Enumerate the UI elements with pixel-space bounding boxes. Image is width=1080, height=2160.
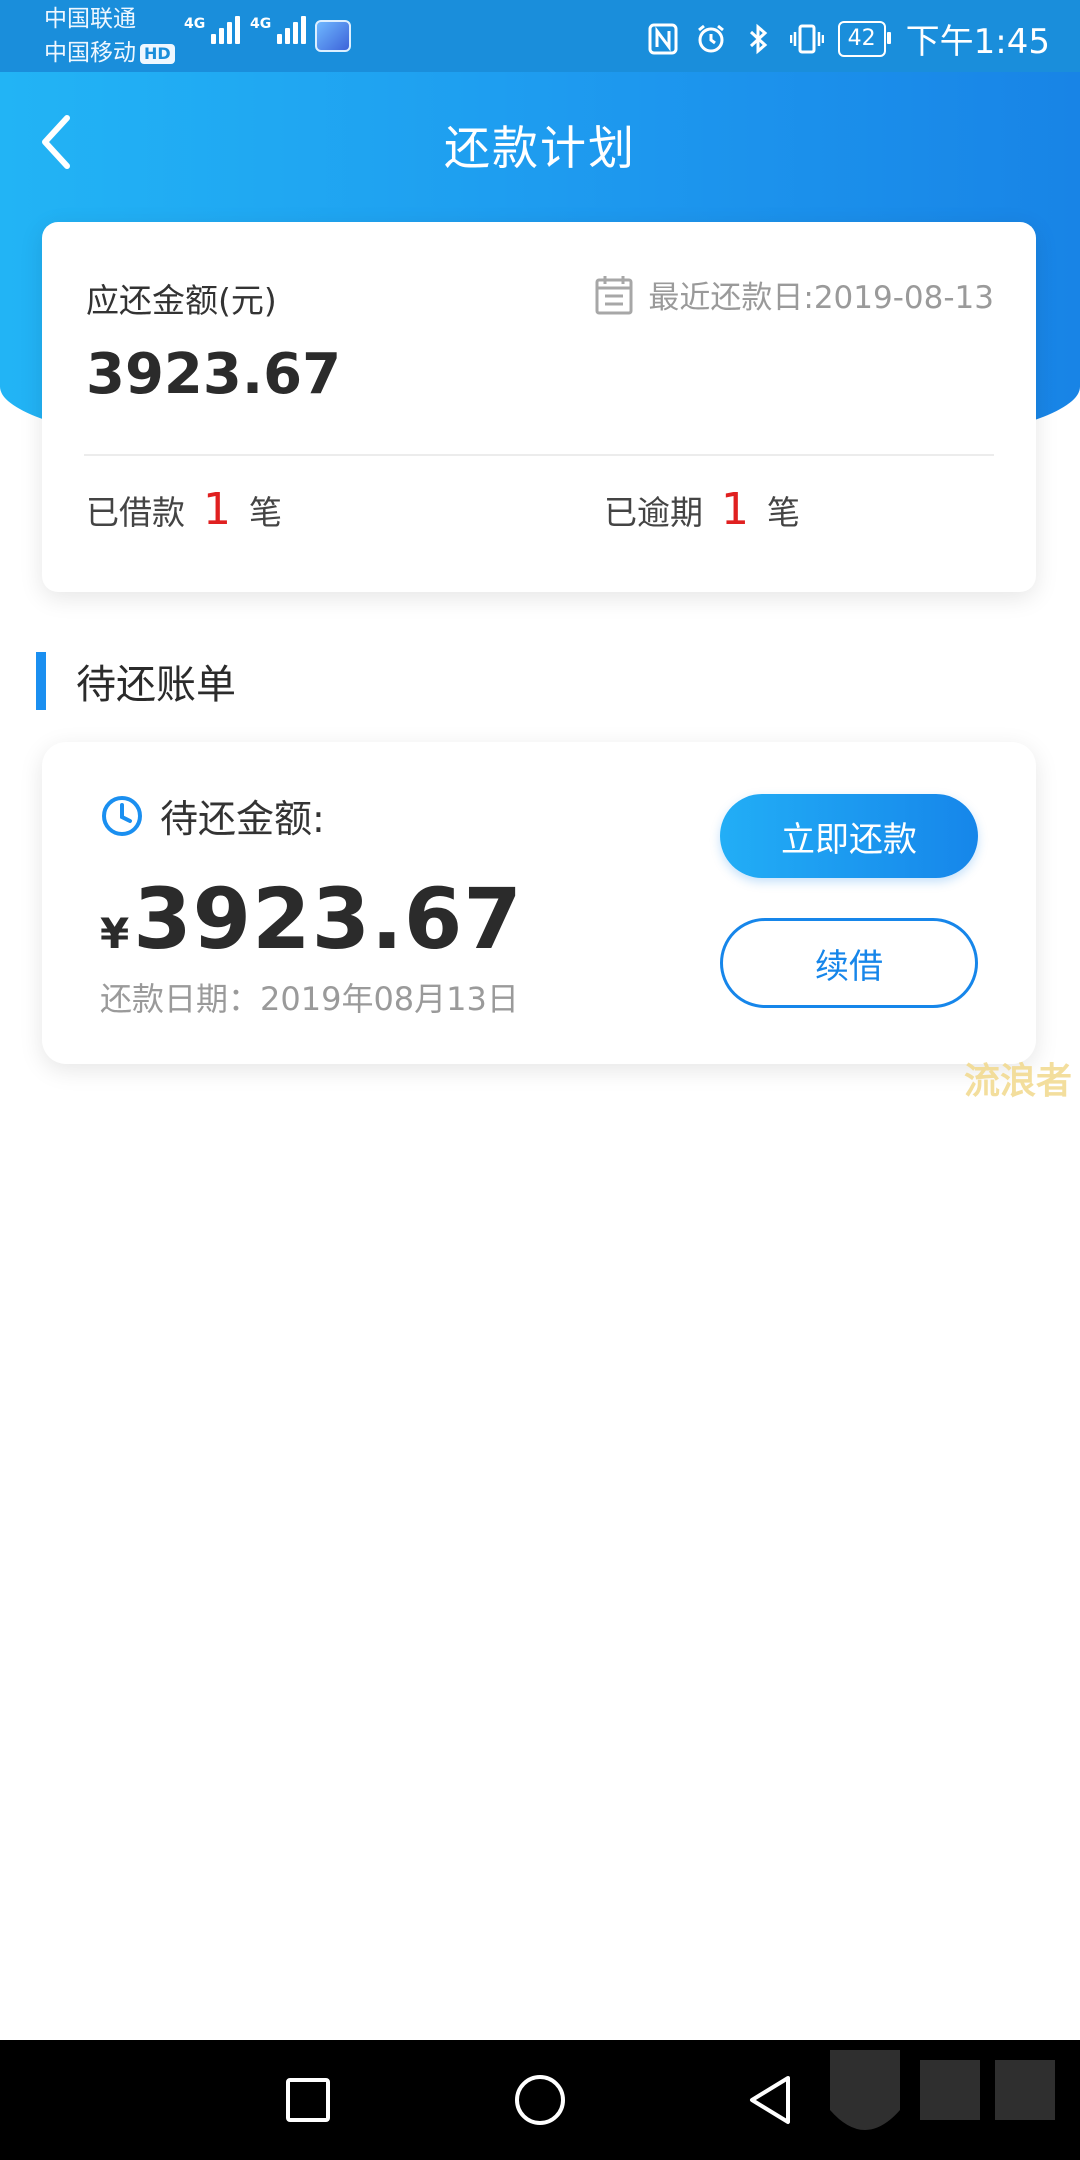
alarm-icon — [694, 22, 728, 56]
section-title: 待还账单 — [76, 662, 236, 708]
app-screen: 中国联通 中国移动 HD 4G 4G 42 下午1:45 还款计划 应还金额(元… — [0, 0, 1080, 2160]
hd-badge: HD — [140, 43, 175, 64]
section-header: 待还账单 — [36, 652, 236, 710]
pending-amount-label: 待还金额: — [160, 797, 325, 841]
triangle-back-icon — [750, 2076, 790, 2124]
renew-loan-button[interactable]: 续借 — [720, 918, 978, 1008]
summary-card: 应还金额(元) 最近还款日:2019-08-13 3923.67 已借款 1 笔… — [42, 222, 1036, 592]
calendar-icon — [594, 274, 634, 316]
pay-now-button[interactable]: 立即还款 — [720, 794, 978, 878]
home-button[interactable] — [500, 2060, 580, 2140]
signal-bar — [301, 16, 307, 44]
currency-symbol: ¥ — [100, 909, 130, 958]
carrier-1: 中国联通 — [44, 6, 136, 32]
clock-icon — [100, 794, 144, 838]
carrier-2: 中国移动 — [44, 40, 136, 66]
page-title: 还款计划 — [444, 121, 636, 175]
overdue-label: 已逾期 — [604, 493, 703, 532]
signal-strength-2: 4G — [250, 16, 307, 44]
repayment-date: 还款日期：2019年08月13日 — [100, 980, 519, 1018]
signal-bar — [285, 28, 291, 44]
section-accent-bar — [36, 652, 46, 710]
pending-amount-value: 3923.67 — [133, 870, 523, 968]
amount-due-value: 3923.67 — [86, 342, 342, 407]
amount-due-label: 应还金额(元) — [86, 281, 277, 320]
borrowed-label: 已借款 — [86, 493, 185, 532]
app-notification-icon — [315, 20, 351, 52]
status-bar: 中国联通 中国移动 HD 4G 4G 42 下午1:45 — [0, 0, 1080, 72]
square-icon — [286, 2078, 330, 2122]
nfc-icon — [646, 22, 680, 56]
pending-amount: ¥ 3923.67 — [100, 870, 523, 968]
recent-due-date: 最近还款日:2019-08-13 — [594, 272, 994, 317]
watermark-text: 流浪者 — [963, 1061, 1072, 1102]
system-back-button[interactable] — [730, 2060, 810, 2140]
overdue-count-stat: 已逾期 1 笔 — [604, 484, 800, 535]
signal-bar — [219, 28, 225, 44]
signal-bar — [235, 16, 241, 44]
circle-icon — [515, 2075, 565, 2125]
signal-bar — [211, 34, 217, 44]
overdue-count: 1 — [721, 484, 749, 535]
borrowed-count-stat: 已借款 1 笔 — [86, 484, 282, 535]
divider — [84, 454, 994, 456]
pending-amount-label-row: 待还金额: — [100, 788, 325, 843]
borrowed-count: 1 — [203, 484, 231, 535]
watermark-logo — [830, 2050, 1055, 2130]
nav-bar: 还款计划 — [0, 72, 1080, 212]
vibrate-icon — [789, 22, 824, 56]
signal-bar — [293, 22, 299, 44]
signal-bar — [277, 34, 283, 44]
status-time: 下午1:45 — [905, 22, 1050, 62]
network-type-1: 4G — [184, 16, 206, 32]
signal-bar — [227, 22, 233, 44]
bluetooth-icon — [742, 22, 776, 56]
borrowed-unit: 笔 — [249, 493, 282, 532]
signal-strength-1: 4G — [184, 16, 241, 44]
overdue-unit: 笔 — [767, 493, 800, 532]
pending-bill-card: 待还金额: ¥ 3923.67 还款日期：2019年08月13日 立即还款 续借 — [42, 742, 1036, 1064]
recent-due-date-text: 最近还款日:2019-08-13 — [648, 280, 994, 316]
carrier-2-row: 中国移动 HD — [44, 38, 175, 68]
recent-apps-button[interactable] — [268, 2060, 348, 2140]
network-type-2: 4G — [250, 16, 272, 32]
status-icons: 42 下午1:45 — [646, 14, 1050, 63]
battery-indicator: 42 — [837, 20, 891, 57]
